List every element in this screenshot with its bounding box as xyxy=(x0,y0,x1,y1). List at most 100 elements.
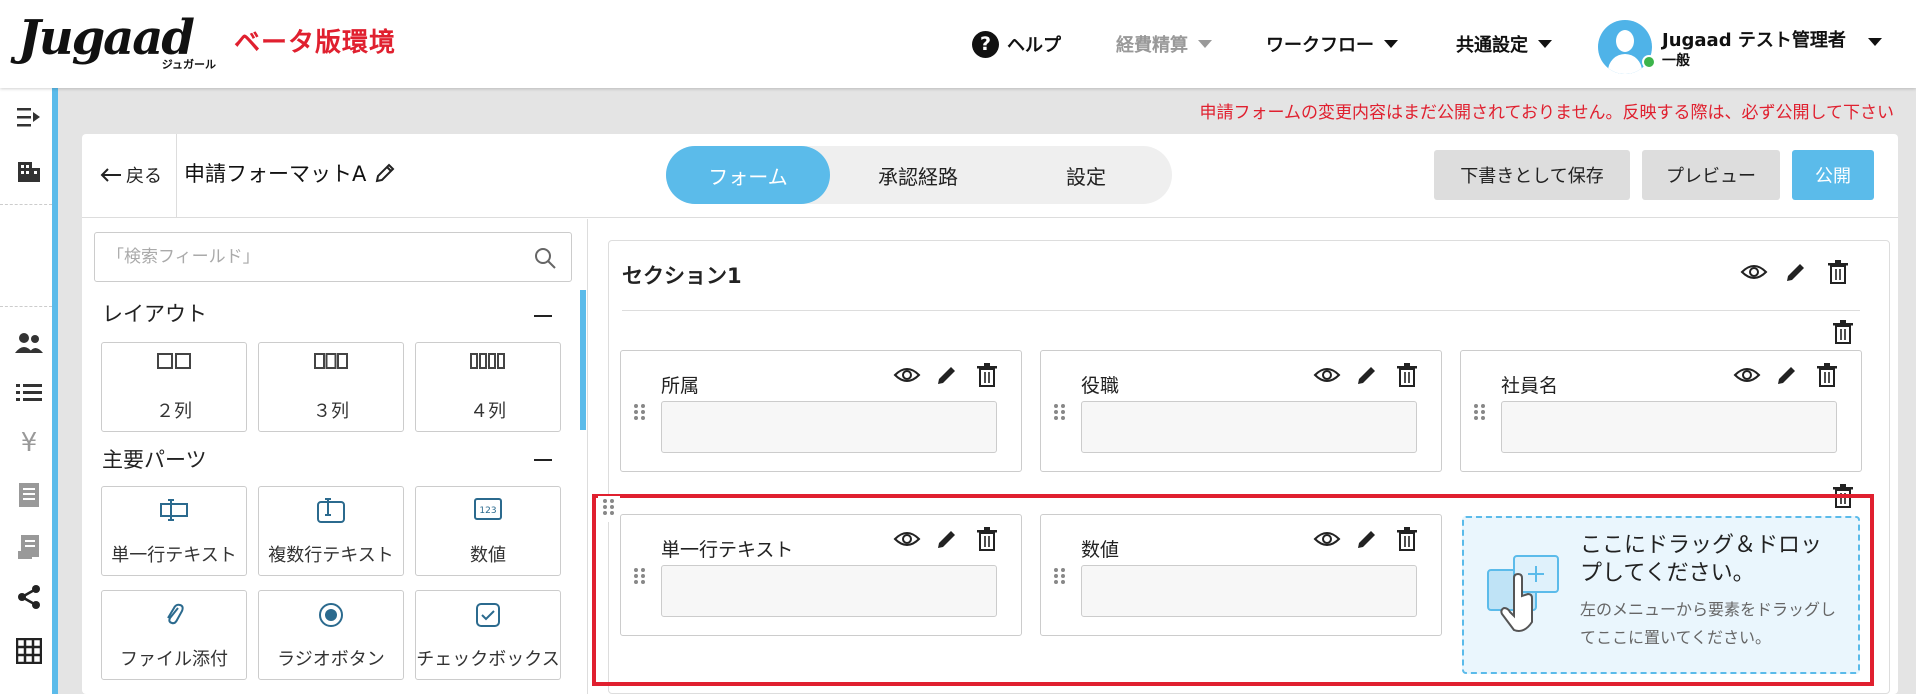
collapse-main-parts-button[interactable] xyxy=(534,459,552,461)
help-menu[interactable]: ? ヘルプ xyxy=(972,30,1061,58)
form-title-text: 申請フォーマットA xyxy=(184,162,367,186)
pencil-icon[interactable] xyxy=(374,162,396,184)
pencil-icon[interactable] xyxy=(1353,361,1381,389)
drag-handle-icon[interactable] xyxy=(1053,567,1067,589)
trash-icon[interactable] xyxy=(1393,361,1421,389)
part-label: ファイル添付 xyxy=(120,649,228,670)
part-checkbox[interactable]: チェックボックス xyxy=(415,590,561,680)
part-label: 単一行テキスト xyxy=(111,545,237,566)
drag-handle-icon[interactable] xyxy=(1473,403,1487,425)
section-divider xyxy=(622,310,1860,311)
drag-drop-hand-icon xyxy=(1487,555,1559,632)
common-settings-menu[interactable]: 共通設定 xyxy=(1456,30,1552,58)
tab-form[interactable]: フォーム xyxy=(666,146,830,204)
field-label: 所属 xyxy=(661,375,700,397)
field-actions xyxy=(893,361,1001,389)
section-title: セクション1 xyxy=(622,264,742,288)
field-employee-name[interactable]: 社員名 xyxy=(1460,350,1862,472)
drop-zone-description: 左のメニューから要素をドラッグしてここに置いてください。 xyxy=(1580,600,1837,647)
drag-handle-icon[interactable] xyxy=(1053,403,1067,425)
eye-icon[interactable] xyxy=(1733,361,1761,389)
building-icon[interactable] xyxy=(14,156,44,186)
receipt-icon[interactable] xyxy=(14,480,44,510)
user-name[interactable]: Jugaad テスト管理者 xyxy=(1662,26,1846,52)
field-input-preview xyxy=(1081,565,1417,617)
field-search xyxy=(94,232,572,282)
part-number[interactable]: 123 数値 xyxy=(415,486,561,576)
part-2-columns[interactable]: ２列 xyxy=(101,342,247,432)
part-single-line-text[interactable]: 単一行テキスト xyxy=(101,486,247,576)
preview-button[interactable]: プレビュー xyxy=(1642,150,1780,200)
paperclip-icon xyxy=(102,601,246,629)
trash-icon[interactable] xyxy=(1393,525,1421,553)
user-body-shape xyxy=(1608,54,1642,74)
tab-approval-route[interactable]: 承認経路 xyxy=(838,146,998,204)
svg-text:123: 123 xyxy=(479,506,496,516)
field-single-line-text[interactable]: 単一行テキスト xyxy=(620,514,1022,636)
trash-icon[interactable] xyxy=(1824,258,1852,286)
users-icon[interactable] xyxy=(14,328,44,358)
eye-icon[interactable] xyxy=(1313,525,1341,553)
jugaad-logo[interactable]: Jugaad ジュガール xyxy=(18,10,224,71)
grid-icon[interactable] xyxy=(14,636,44,666)
expand-menu-icon[interactable] xyxy=(14,102,44,132)
common-settings-label: 共通設定 xyxy=(1456,35,1528,56)
drag-handle-icon[interactable] xyxy=(633,403,647,425)
document-icon[interactable] xyxy=(14,532,44,562)
field-input-preview xyxy=(1501,401,1837,453)
eye-icon[interactable] xyxy=(893,525,921,553)
environment-label: ベータ版環境 xyxy=(234,28,397,58)
row-trash-icon[interactable] xyxy=(1832,320,1860,348)
trash-icon[interactable] xyxy=(973,361,1001,389)
workflow-menu[interactable]: ワークフロー xyxy=(1266,30,1398,58)
row-drag-handle-icon[interactable] xyxy=(598,496,620,522)
user-menu-chevron-icon[interactable] xyxy=(1868,38,1882,46)
pencil-icon[interactable] xyxy=(933,361,961,389)
eye-icon[interactable] xyxy=(1313,361,1341,389)
single-line-text-icon xyxy=(102,497,246,523)
pencil-icon[interactable] xyxy=(933,525,961,553)
collapse-layout-button[interactable] xyxy=(534,315,552,317)
yen-icon[interactable]: ¥ xyxy=(14,428,44,458)
publish-button[interactable]: 公開 xyxy=(1792,150,1874,200)
chevron-down-icon xyxy=(1198,40,1212,48)
field-position[interactable]: 役職 xyxy=(1040,350,1442,472)
search-input[interactable] xyxy=(107,245,527,269)
eye-icon[interactable] xyxy=(1740,258,1768,286)
part-file-attachment[interactable]: ファイル添付 xyxy=(101,590,247,680)
palette-scrollbar[interactable] xyxy=(580,290,586,430)
share-icon[interactable] xyxy=(14,582,44,612)
chevron-down-icon xyxy=(1538,40,1552,48)
list-icon[interactable] xyxy=(14,378,44,408)
three-column-icon xyxy=(259,353,403,371)
trash-icon[interactable] xyxy=(1813,361,1841,389)
unpublished-warning: 申請フォームの変更内容はまだ公開されておりません。反映する際は、必ず公開して下さ… xyxy=(1199,103,1894,123)
back-button[interactable]: 戻る xyxy=(100,160,162,190)
part-multi-line-text[interactable]: 複数行テキスト xyxy=(258,486,404,576)
field-affiliation[interactable]: 所属 xyxy=(620,350,1022,472)
field-number[interactable]: 数値 xyxy=(1040,514,1442,636)
field-label: 単一行テキスト xyxy=(661,539,794,561)
expense-menu[interactable]: 経費精算 xyxy=(1116,30,1212,58)
eye-icon[interactable] xyxy=(893,361,921,389)
checkbox-icon xyxy=(416,601,560,629)
trash-icon[interactable] xyxy=(973,525,1001,553)
pencil-icon[interactable] xyxy=(1773,361,1801,389)
field-actions xyxy=(1313,361,1421,389)
part-3-columns[interactable]: ３列 xyxy=(258,342,404,432)
part-radio-button[interactable]: ラジオボタン xyxy=(258,590,404,680)
help-icon: ? xyxy=(972,30,999,58)
arrow-left-icon xyxy=(100,168,121,182)
two-column-icon xyxy=(102,353,246,371)
radio-icon xyxy=(259,601,403,629)
part-4-columns[interactable]: ４列 xyxy=(415,342,561,432)
pencil-icon[interactable] xyxy=(1782,258,1810,286)
editor-tabs: フォーム 承認経路 設定 xyxy=(666,146,1172,204)
field-input-preview xyxy=(661,565,997,617)
tab-settings[interactable]: 設定 xyxy=(1006,146,1166,204)
save-draft-button[interactable]: 下書きとして保存 xyxy=(1434,150,1630,200)
drag-handle-icon[interactable] xyxy=(633,567,647,589)
search-icon[interactable] xyxy=(533,246,557,270)
part-label: ２列 xyxy=(156,401,192,422)
pencil-icon[interactable] xyxy=(1353,525,1381,553)
